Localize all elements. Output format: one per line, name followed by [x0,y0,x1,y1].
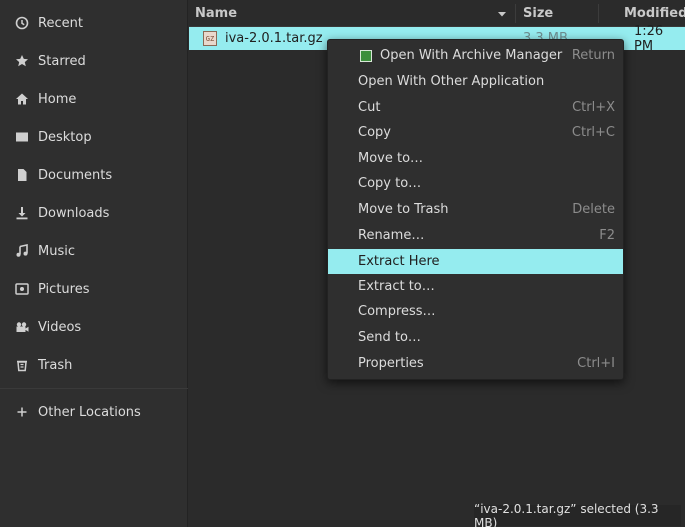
menu-item-label: Move to… [358,151,424,166]
menu-item-copy-to[interactable]: Copy to… [328,171,623,196]
menu-item-accel: F2 [599,228,615,243]
sidebar-item-label: Trash [38,357,73,373]
trash-icon [15,358,29,372]
menu-item-label: Copy to… [358,176,422,191]
sidebar-item-label: Documents [38,167,113,183]
sidebar-item-downloads[interactable]: Downloads [0,200,188,226]
menu-item-label: Properties [358,356,424,371]
star-icon [15,54,29,68]
menu-item-label: Cut [358,100,381,115]
menu-item-send-to[interactable]: Send to… [328,325,623,350]
picture-icon [15,282,29,296]
sidebar-item-label: Pictures [38,281,90,297]
menu-item-open-with-other-application[interactable]: Open With Other Application [328,69,623,94]
menu-item-accel: Return [571,48,615,63]
menu-item-cut[interactable]: Cut Ctrl+X [328,95,623,120]
sidebar-item-label: Other Locations [38,404,141,420]
sort-descending-icon[interactable] [497,0,507,27]
sidebar-item-starred[interactable]: Starred [0,48,188,74]
document-icon [15,168,29,182]
menu-item-extract-here[interactable]: Extract Here [328,249,623,274]
sidebar-item-pictures[interactable]: Pictures [0,276,188,302]
sidebar-item-documents[interactable]: Documents [0,162,188,188]
desktop-icon [15,130,29,144]
sidebar-item-recent[interactable]: Recent [0,10,188,36]
menu-item-label: Send to… [358,330,421,345]
sidebar-item-label: Videos [38,319,82,335]
menu-item-rename[interactable]: Rename… F2 [328,223,623,248]
menu-item-label: Open With Archive Manager [380,48,563,63]
column-divider [598,4,599,23]
sidebar-item-home[interactable]: Home [0,86,188,112]
sidebar-item-music[interactable]: Music [0,238,188,264]
menu-item-label: Extract Here [358,254,440,269]
context-menu: Open With Archive Manager Return Open Wi… [327,39,624,380]
sidebar-item-label: Starred [38,53,86,69]
download-icon [15,206,29,220]
menu-item-label: Move to Trash [358,202,449,217]
menu-item-label: Compress… [358,304,436,319]
file-name: iva-2.0.1.tar.gz [225,31,323,46]
sidebar-separator [0,388,188,389]
sidebar-item-label: Desktop [38,129,92,145]
menu-item-label: Rename… [358,228,425,243]
column-header-size-label: Size [523,6,554,21]
menu-item-properties[interactable]: Properties Ctrl+I [328,351,623,376]
column-header: Name Size Modified [189,0,685,27]
menu-item-compress[interactable]: Compress… [328,299,623,324]
archive-file-icon-badge: GZ [203,31,217,46]
home-icon [15,92,29,106]
video-camera-icon [15,320,29,334]
menu-item-accel: Ctrl+X [572,100,615,115]
sidebar-item-desktop[interactable]: Desktop [0,124,188,150]
menu-item-label: Open With Other Application [358,74,545,89]
column-header-size[interactable]: Size [523,0,553,27]
menu-item-copy[interactable]: Copy Ctrl+C [328,120,623,145]
menu-item-move-to[interactable]: Move to… [328,146,623,171]
archive-manager-icon [360,49,372,62]
status-overlay: “iva-2.0.1.tar.gz” selected (3.3 MB) [474,502,681,527]
menu-item-accel: Ctrl+I [577,356,615,371]
menu-item-open-with-archive-manager[interactable]: Open With Archive Manager Return [328,43,623,68]
column-divider [515,4,516,23]
sidebar-item-label: Music [38,243,75,259]
sidebar-item-label: Recent [38,15,83,31]
menu-item-extract-to[interactable]: Extract to… [328,274,623,299]
menu-item-accel: Delete [572,202,615,217]
sidebar-item-other-locations[interactable]: Other Locations [0,399,188,425]
column-header-name-label: Name [195,6,238,21]
sidebar: Recent Starred Home Desktop Documents Do… [0,0,188,527]
menu-item-move-to-trash[interactable]: Move to Trash Delete [328,197,623,222]
sidebar-item-label: Home [38,91,77,107]
sidebar-item-trash[interactable]: Trash [0,352,188,378]
sidebar-item-videos[interactable]: Videos [0,314,188,340]
menu-item-label: Extract to… [358,279,435,294]
column-header-modified-label: Modified [624,6,685,21]
column-header-name[interactable]: Name [195,0,237,27]
music-note-icon [15,244,29,258]
plus-icon [15,405,29,419]
file-modified: 1:26 PM [634,23,664,54]
archive-file-icon: GZ [203,27,217,50]
clock-icon [15,16,29,30]
sidebar-item-label: Downloads [38,205,110,221]
menu-item-accel: Ctrl+C [571,125,615,140]
menu-item-label: Copy [358,125,391,140]
